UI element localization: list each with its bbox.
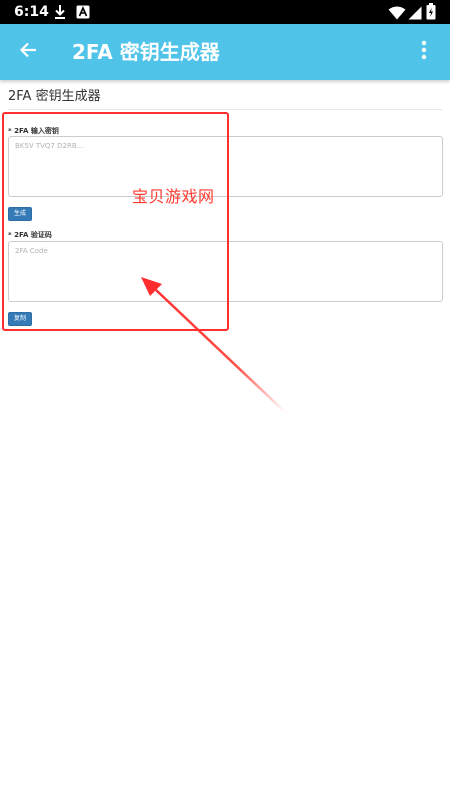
download-icon xyxy=(54,4,66,24)
copy-button[interactable]: 复制 xyxy=(8,312,33,326)
battery-icon xyxy=(426,3,436,24)
code-label-text: 2FA 验证码 xyxy=(14,231,52,239)
more-options-button[interactable] xyxy=(408,36,440,68)
annotation-arrow xyxy=(141,277,286,413)
app-bar: 2FA 密钥生成器 xyxy=(0,24,450,80)
status-time: 6:14 xyxy=(14,4,49,20)
required-mark: * xyxy=(8,231,12,239)
arrow-shaft xyxy=(155,289,286,413)
code-output[interactable] xyxy=(8,241,443,302)
generate-button[interactable]: 生成 xyxy=(8,207,33,221)
more-vertical-icon xyxy=(421,40,427,64)
status-bar: 6:14 xyxy=(0,0,450,24)
a-letter-icon xyxy=(76,4,90,23)
signal-icon xyxy=(408,5,422,24)
watermark-text: 宝贝游戏网 xyxy=(132,187,215,206)
page-heading: 2FA 密钥生成器 xyxy=(8,89,101,104)
wifi-icon xyxy=(388,5,406,24)
back-button[interactable] xyxy=(12,36,44,68)
required-mark: * xyxy=(8,127,12,135)
secret-key-input[interactable] xyxy=(8,136,443,197)
secret-key-label-text: 2FA 输入密钥 xyxy=(14,127,59,135)
app-title: 2FA 密钥生成器 xyxy=(72,40,220,64)
page-divider xyxy=(8,109,442,110)
code-label: * 2FA 验证码 xyxy=(8,231,52,240)
secret-key-label: * 2FA 输入密钥 xyxy=(8,127,59,136)
back-arrow-icon xyxy=(19,41,37,63)
